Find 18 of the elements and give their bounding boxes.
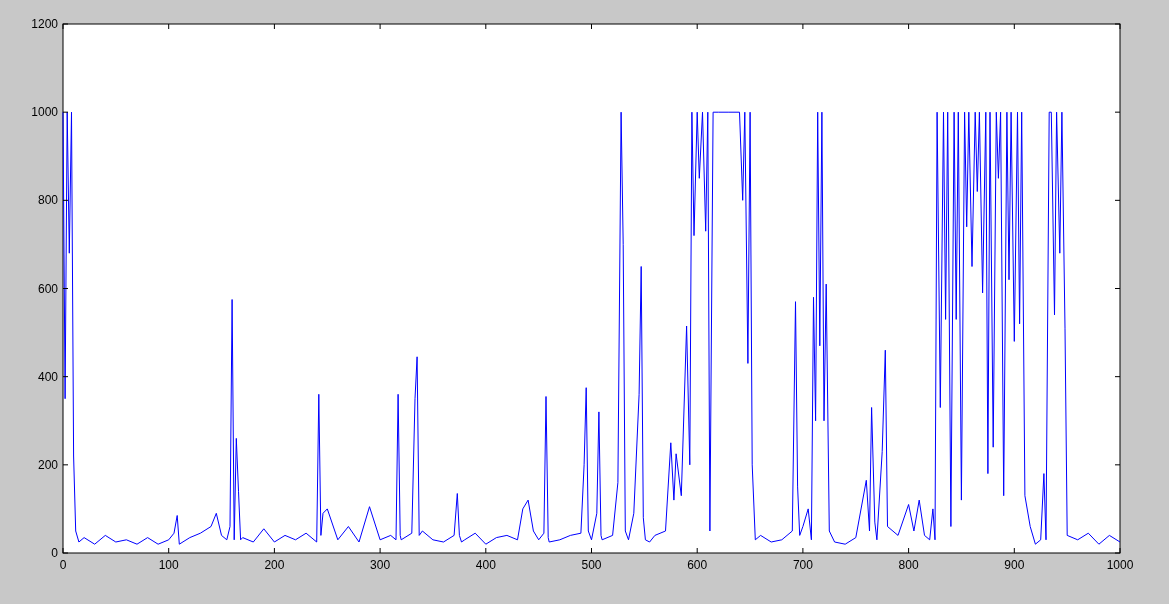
x-tick-label: 400 — [475, 558, 496, 572]
x-tick-label: 200 — [264, 558, 285, 572]
y-tick-label: 1200 — [31, 17, 58, 31]
x-tick-label: 900 — [1004, 558, 1025, 572]
x-tick-label: 0 — [59, 558, 67, 572]
x-tick-label: 500 — [581, 558, 602, 572]
y-tick-label: 0 — [51, 546, 58, 560]
y-tick-label: 200 — [37, 457, 58, 472]
y-tick-label: 800 — [37, 193, 58, 208]
x-tick-label: 600 — [687, 558, 708, 572]
y-tick-label: 400 — [37, 369, 58, 384]
x-tick-label: 700 — [792, 558, 813, 572]
x-tick-label: 800 — [898, 558, 919, 572]
y-tick-label: 1000 — [31, 105, 58, 120]
x-tick-label: 300 — [370, 558, 391, 572]
y-tick-label: 600 — [37, 281, 58, 296]
x-tick-label: 1000 — [1106, 558, 1134, 572]
x-tick-label: 100 — [158, 558, 179, 572]
